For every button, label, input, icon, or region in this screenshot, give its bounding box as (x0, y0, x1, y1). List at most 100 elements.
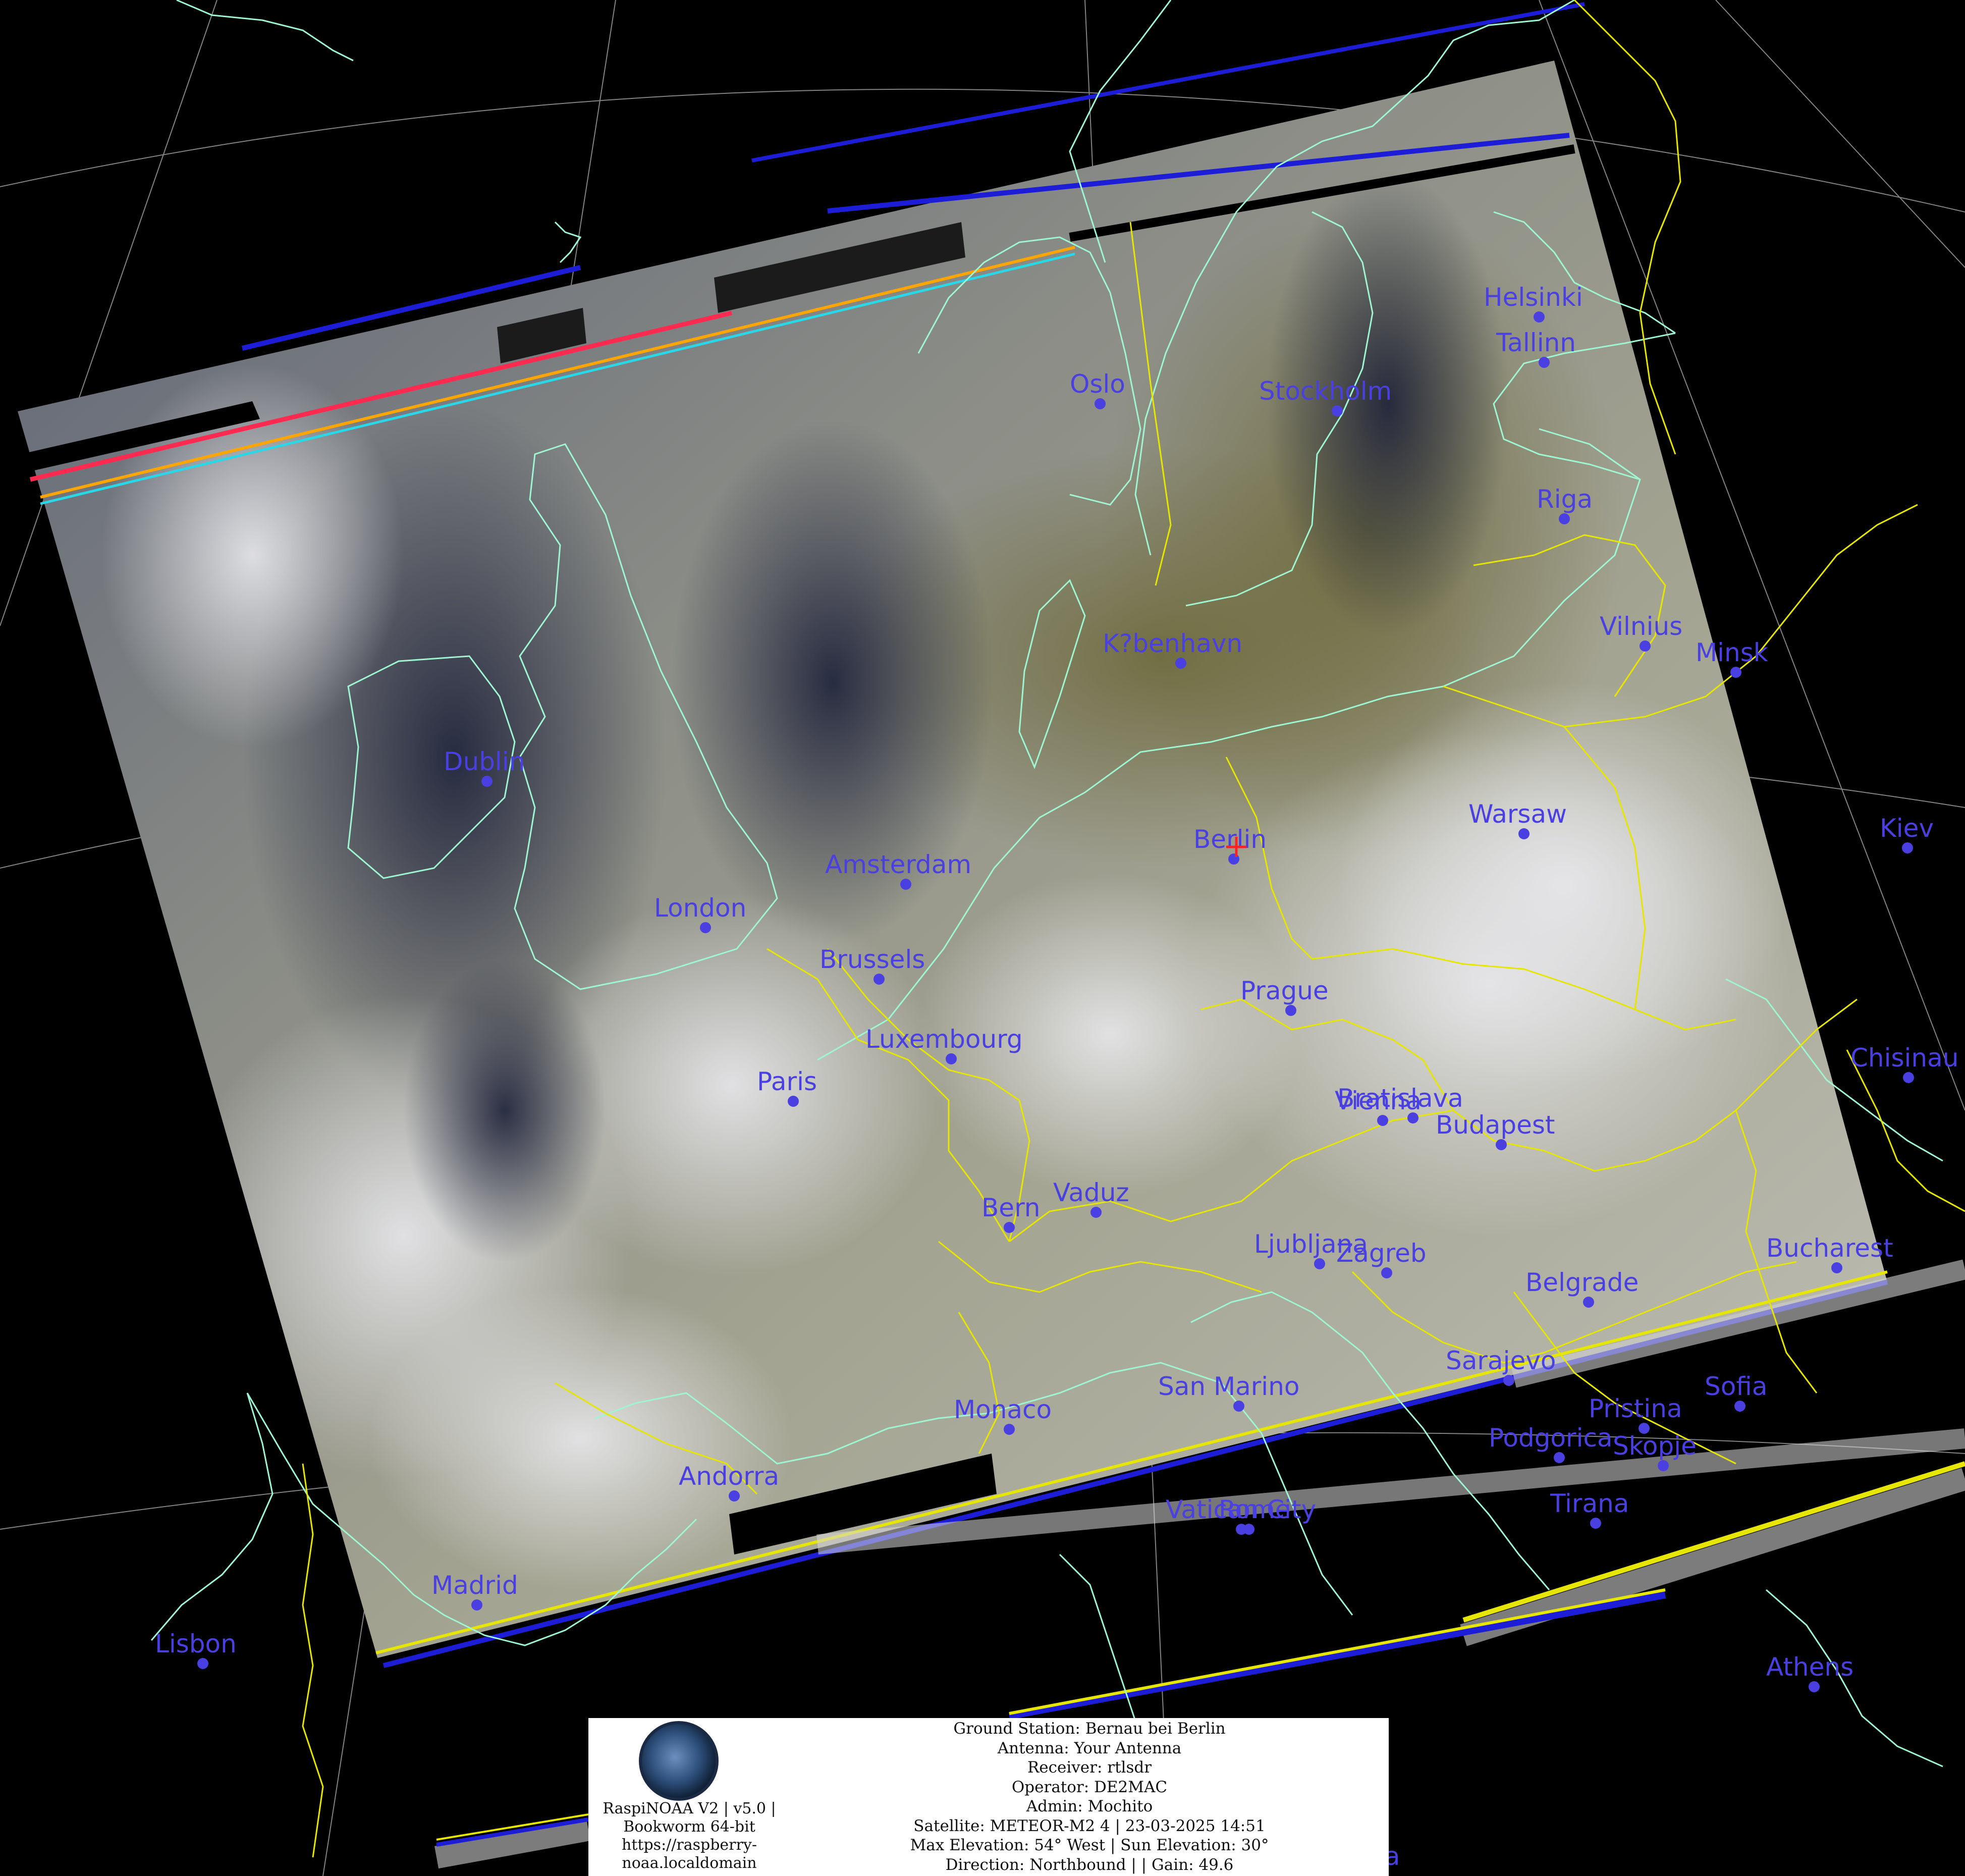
city-dot (874, 974, 885, 985)
elevation-line: Max Elevation: 54° West | Sun Elevation:… (910, 1836, 1269, 1854)
city-label: Paris (757, 1067, 817, 1096)
url-line-2: noaa.localdomain (622, 1854, 757, 1872)
city-dot (1496, 1139, 1507, 1150)
city-kiev: Kiev (1880, 814, 1934, 853)
city-label: Podgorica (1489, 1423, 1613, 1453)
city-dot (1583, 1297, 1594, 1308)
city-dot (471, 1599, 482, 1611)
city-label: Amsterdam (825, 850, 971, 879)
city-label: Bucharest (1766, 1234, 1893, 1263)
city-label: Athens (1766, 1652, 1853, 1682)
city-label: Luxembourg (865, 1025, 1023, 1054)
city-dot (1534, 311, 1545, 323)
city-dot (1903, 1072, 1914, 1083)
city-label: Budapest (1436, 1110, 1555, 1140)
receiver-line: Receiver: rtlsdr (1027, 1758, 1152, 1777)
raspinoaa-logo (639, 1721, 719, 1801)
city-label: Kiev (1880, 814, 1934, 843)
city-label: Tirana (1550, 1489, 1629, 1518)
city-dot (1590, 1518, 1601, 1529)
city-dot (1518, 828, 1530, 839)
city-dot (1175, 658, 1186, 669)
city-chisinau: Chisinau (1850, 1043, 1958, 1083)
city-label: Brussels (820, 945, 925, 974)
city-dot (1332, 405, 1343, 416)
url-line-1: https://raspberry- (622, 1836, 757, 1854)
os-line: Bookworm 64-bit (623, 1818, 755, 1836)
city-label: San Marino (1158, 1372, 1299, 1401)
city-dot (1095, 398, 1106, 409)
city-label: Sarajevo (1446, 1346, 1556, 1375)
city-athens: Athens (1766, 1652, 1853, 1692)
city-label: Madrid (431, 1571, 518, 1600)
city-dot (1809, 1681, 1820, 1692)
city-label: K?benhavn (1103, 629, 1242, 658)
city-label: Andorra (679, 1462, 779, 1491)
city-dot (788, 1096, 799, 1107)
city-dot (1730, 667, 1741, 678)
city-label: Zagreb (1336, 1239, 1427, 1268)
city-dot (946, 1053, 957, 1064)
city-label: London (654, 893, 746, 923)
city-label: Dublin (444, 747, 525, 776)
city-label: Tallinn (1496, 328, 1576, 357)
city-label: Sofia (1705, 1372, 1767, 1401)
city-dot (1377, 1115, 1388, 1126)
city-dot (1658, 1460, 1669, 1471)
city-sofia: Sofia (1705, 1372, 1767, 1412)
city-label: Vilnius (1600, 612, 1682, 641)
antenna-line: Antenna: Your Antenna (997, 1739, 1182, 1757)
city-dot (1285, 1005, 1296, 1016)
city-dot (481, 776, 493, 787)
city-lisbon: Lisbon (155, 1629, 237, 1669)
city-label: Riga (1537, 485, 1593, 514)
info-panel: RaspiNOAA V2 | v5.0 | Bookworm 64-bit ht… (588, 1718, 1389, 1876)
city-dot (1640, 640, 1651, 652)
city-label: Stockholm (1259, 377, 1392, 406)
city-label: Belgrade (1525, 1268, 1639, 1297)
software-info: RaspiNOAA V2 | v5.0 | Bookworm 64-bit ht… (588, 1800, 790, 1872)
city-dot (1734, 1401, 1745, 1412)
city-label: Prague (1240, 976, 1329, 1005)
admin-line: Admin: Mochito (1026, 1797, 1153, 1815)
city-dot (1381, 1267, 1392, 1278)
city-dot (1902, 842, 1913, 853)
city-label: Rome (1219, 1495, 1291, 1524)
city-dot (729, 1490, 740, 1502)
city-rome: Rome (1219, 1495, 1291, 1535)
city-dot (1090, 1207, 1102, 1218)
city-dot (1503, 1375, 1514, 1386)
city-label: Oslo (1070, 369, 1125, 399)
city-label: Vaduz (1053, 1178, 1129, 1207)
city-dot (1243, 1524, 1254, 1535)
city-label: Helsinki (1484, 283, 1583, 312)
station-info: Ground Station: Bernau bei Berlin Antenn… (790, 1719, 1389, 1874)
software-version-line: RaspiNOAA V2 | v5.0 | (603, 1800, 776, 1817)
city-label: Minsk (1696, 638, 1768, 667)
city-label: Bratislava (1337, 1084, 1463, 1113)
city-label: Skopje (1613, 1431, 1697, 1461)
ground-station-line: Ground Station: Bernau bei Berlin (953, 1720, 1226, 1738)
city-label: Bern (981, 1193, 1040, 1222)
satellite-map-stage: Helsinki Tallinn Oslo Stockholm Riga Vilnius M… (0, 0, 1965, 1876)
city-dot (1559, 513, 1570, 524)
city-tirana: Tirana (1550, 1489, 1629, 1529)
city-dot (1554, 1452, 1565, 1463)
city-label: Chisinau (1850, 1043, 1958, 1073)
city-podgorica: Podgorica (1489, 1423, 1613, 1463)
city-dot (1233, 1401, 1244, 1412)
city-label: Berlin (1193, 825, 1267, 854)
city-dot (700, 922, 711, 933)
city-dot (1539, 357, 1550, 368)
city-dot (1407, 1112, 1418, 1123)
direction-gain-line: Direction: Northbound | | Gain: 49.6 (945, 1855, 1234, 1874)
operator-line: Operator: DE2MAC (1011, 1778, 1168, 1796)
city-dot (900, 879, 911, 890)
city-label: Lisbon (155, 1629, 237, 1658)
city-label: Warsaw (1468, 799, 1567, 829)
satellite-map: Helsinki Tallinn Oslo Stockholm Riga Vilnius M… (0, 0, 1965, 1876)
city-label: Monaco (954, 1395, 1052, 1424)
city-dot (1004, 1424, 1015, 1435)
city-dot (197, 1658, 208, 1669)
city-dot (1004, 1222, 1015, 1233)
